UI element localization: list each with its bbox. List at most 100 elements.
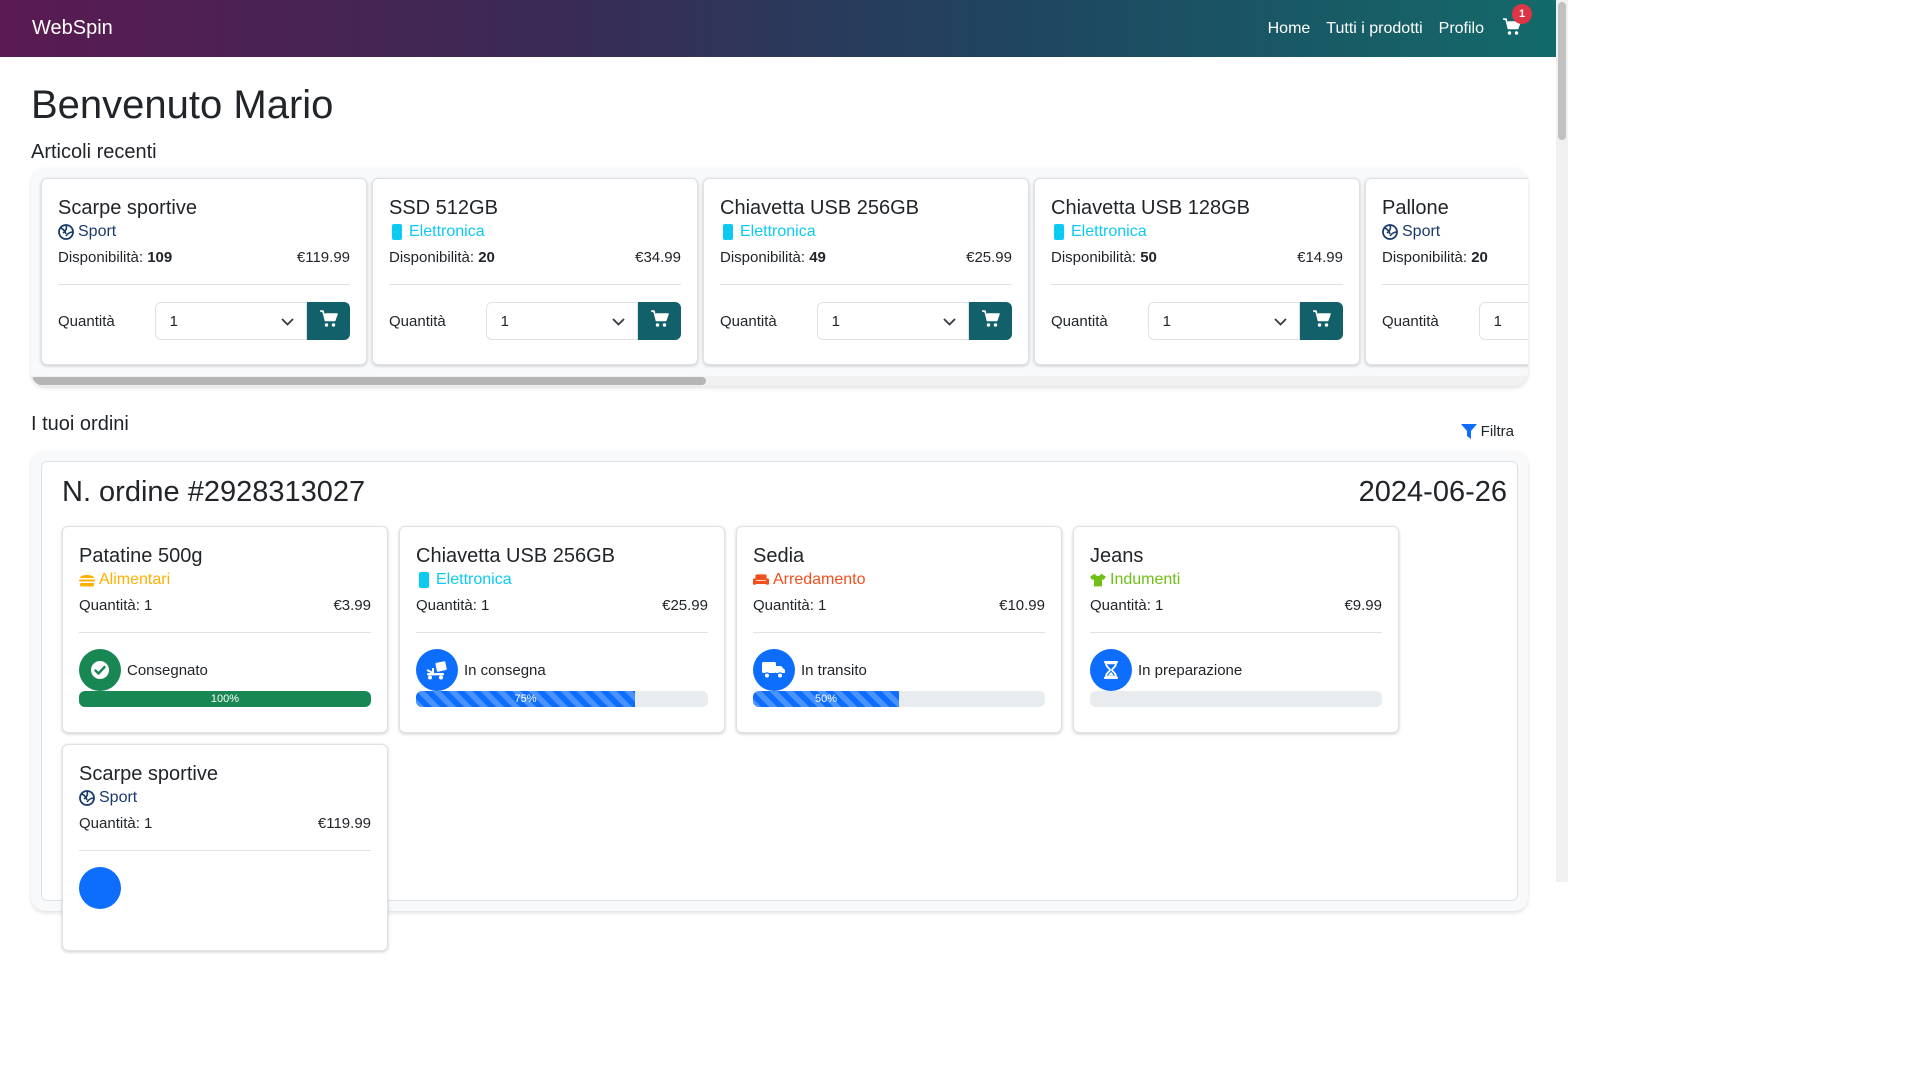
page-scrollbar[interactable] (1556, 0, 1568, 882)
availability: Disponibilità: 109 (58, 249, 172, 266)
order-item-quantity: Quantità: 1 (79, 815, 153, 832)
quantity-value: 1 (169, 312, 178, 330)
product-title[interactable]: Pallone (1382, 195, 1528, 221)
order-item-card: Chiavetta USB 256GB Elettronica Quantità: … (399, 526, 725, 733)
check-circle-icon (90, 660, 110, 680)
order-item-quantity: Quantità: 1 (416, 597, 490, 614)
order-item-quantity: Quantità: 1 (1090, 597, 1164, 614)
carousel-scrollbar-thumb[interactable] (31, 377, 706, 385)
page-title: Benvenuto Mario (31, 83, 334, 127)
quantity-value: 1 (500, 312, 509, 330)
progress-bar: 75% (416, 691, 708, 707)
availability: Disponibilità: 50 (1051, 249, 1157, 266)
status-icon-circle (753, 649, 795, 691)
shirt-icon (1090, 572, 1106, 588)
status-icon-circle (79, 867, 121, 909)
availability-row: Disponibilità: 20 €34.99 (389, 249, 681, 266)
order-item-title[interactable]: Patatine 500g (79, 543, 371, 569)
add-to-cart-button[interactable] (638, 302, 682, 340)
category-label: Elettronica (416, 571, 708, 589)
page-scrollbar-thumb[interactable] (1558, 2, 1566, 140)
recent-items-heading: Articoli recenti (31, 141, 157, 163)
status-icon-circle (1090, 649, 1132, 691)
product-card: Chiavetta USB 128GB Elettronica Disponibil… (1034, 178, 1360, 365)
progress-fill: 100% (79, 691, 371, 707)
add-to-cart-button[interactable] (307, 302, 351, 340)
order-item-card: Patatine 500g Alimentari Quantità: 1 €3.99 C… (62, 526, 388, 733)
order-items-grid: Patatine 500g Alimentari Quantità: 1 €3.99 C… (62, 526, 1507, 951)
cart-icon (319, 310, 339, 332)
orders-container: N. ordine #2928313027 2024-06-26 Patatin… (31, 451, 1528, 951)
recent-items-track: Scarpe sportive Sport Disponibilità: 109 €1… (41, 178, 1528, 365)
category-label: Sport (58, 223, 350, 241)
category-name: Elettronica (436, 571, 512, 588)
quantity-label: Quantità (1051, 312, 1108, 330)
filter-button[interactable]: Filtra (1460, 423, 1514, 440)
product-title[interactable]: Chiavetta USB 256GB (720, 195, 1012, 221)
category-label: Elettronica (389, 223, 681, 241)
category-name: Indumenti (1110, 571, 1181, 588)
nav-link-profile[interactable]: Profilo (1439, 20, 1484, 38)
quantity-label: Quantità (720, 312, 777, 330)
orders-heading: I tuoi ordini (31, 413, 129, 435)
cart-button[interactable]: 1 (1502, 3, 1532, 40)
order-item-price: €25.99 (662, 597, 708, 614)
availability-value: 20 (478, 249, 495, 266)
nav-link-all-products[interactable]: Tutti i prodotti (1326, 20, 1422, 38)
status-text: In consegna (464, 661, 546, 679)
availability-row: Disponibilità: 50 €14.99 (1051, 249, 1343, 266)
quantity-select[interactable]: 1 (816, 302, 970, 340)
availability-row: Disponibilità: 49 €25.99 (720, 249, 1012, 266)
order-item-info-row: Quantità: 1 €3.99 (79, 597, 371, 614)
status-icon-circle (79, 649, 121, 691)
divider (416, 632, 708, 633)
availability-row: Disponibilità: 109 €119.99 (58, 249, 350, 266)
quantity-select[interactable]: 1 (485, 302, 639, 340)
category-name: Alimentari (99, 571, 171, 588)
brand-logo[interactable]: WebSpin (32, 17, 113, 40)
product-title[interactable]: SSD 512GB (389, 195, 681, 221)
order-item-title[interactable]: Sedia (753, 543, 1045, 569)
main-content: Benvenuto Mario Articoli recenti Scarpe … (31, 57, 1528, 951)
order-item-title[interactable]: Scarpe sportive (79, 761, 371, 787)
carousel-scrollbar[interactable] (31, 376, 1528, 386)
nav-link-home[interactable]: Home (1268, 20, 1311, 38)
order-item-title[interactable]: Jeans (1090, 543, 1382, 569)
quantity-select[interactable]: 1 (1147, 302, 1301, 340)
category-name: Arredamento (773, 571, 866, 588)
order-item-title[interactable]: Chiavetta USB 256GB (416, 543, 708, 569)
mobile-icon (389, 224, 405, 240)
chevron-down-icon (1274, 313, 1287, 330)
add-to-cart-button[interactable] (1300, 302, 1344, 340)
hourglass-icon (1104, 661, 1118, 679)
order-item-card: Scarpe sportive Sport Quantità: 1 €119.99 (62, 744, 388, 951)
chevron-down-icon (281, 313, 294, 330)
cart-icon (1312, 310, 1332, 332)
availability-label: Disponibilità: (1382, 249, 1468, 266)
add-to-cart-button[interactable] (969, 302, 1013, 340)
divider (1382, 284, 1528, 285)
category-label: Arredamento (753, 571, 1045, 589)
cart-count-badge: 1 (1512, 3, 1532, 24)
status-row: In transito (753, 649, 1045, 691)
quantity-value: 1 (831, 312, 840, 330)
order-item-card: Sedia Arredamento Quantità: 1 €10.99 In tran… (736, 526, 1062, 733)
status-row (79, 867, 371, 909)
status-text: Consegnato (127, 661, 208, 679)
nav-links: Home Tutti i prodotti Profilo 1 (1268, 3, 1532, 40)
order-card: N. ordine #2928313027 2024-06-26 Patatin… (41, 461, 1518, 951)
category-label: Elettronica (1051, 223, 1343, 241)
availability-label: Disponibilità: (389, 249, 475, 266)
chevron-down-icon (943, 313, 956, 330)
order-item-price: €10.99 (999, 597, 1045, 614)
product-title[interactable]: Chiavetta USB 128GB (1051, 195, 1343, 221)
order-item-info-row: Quantità: 1 €10.99 (753, 597, 1045, 614)
product-title[interactable]: Scarpe sportive (58, 195, 350, 221)
progress-bar: 100% (79, 691, 371, 707)
quantity-select[interactable]: 1 (1478, 302, 1528, 340)
progress-fill: 50% (753, 691, 899, 707)
order-number: N. ordine #2928313027 (62, 475, 366, 508)
status-row: Consegnato (79, 649, 371, 691)
quantity-select[interactable]: 1 (154, 302, 308, 340)
orders-header: I tuoi ordini Filtra (31, 409, 1528, 440)
